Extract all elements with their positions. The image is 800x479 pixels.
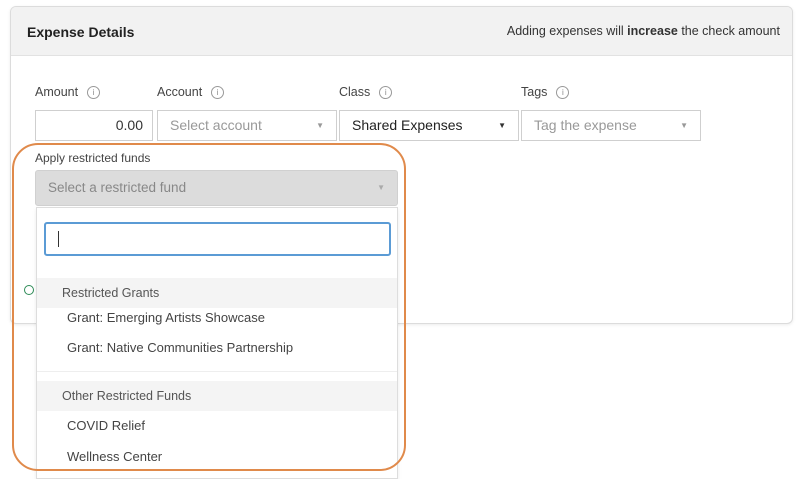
info-icon[interactable]: i: [87, 86, 101, 99]
account-label: Account i: [157, 85, 225, 99]
account-select[interactable]: Select account ▼: [157, 110, 337, 141]
tags-label: Tags i: [521, 85, 570, 99]
caret-down-icon: ▼: [680, 121, 688, 130]
tags-select[interactable]: Tag the expense ▼: [521, 110, 701, 141]
tags-placeholder: Tag the expense: [534, 117, 637, 133]
add-circle-icon[interactable]: [24, 285, 34, 295]
caret-down-icon: ▼: [498, 121, 506, 130]
amount-label: Amount i: [35, 85, 101, 99]
option-wellness-center[interactable]: Wellness Center: [67, 447, 162, 467]
caret-down-icon: ▼: [316, 121, 324, 130]
class-value: Shared Expenses: [352, 117, 463, 133]
option-grant-native-communities[interactable]: Grant: Native Communities Partnership: [67, 338, 293, 358]
class-label: Class i: [339, 85, 393, 99]
restricted-funds-label: Apply restricted funds: [35, 151, 151, 165]
info-icon[interactable]: i: [556, 86, 570, 99]
text-cursor: [58, 231, 59, 247]
panel-title: Expense Details: [27, 24, 135, 40]
note-suffix: the check amount: [677, 24, 780, 38]
panel-note: Adding expenses will increase the check …: [507, 24, 780, 38]
restricted-fund-select[interactable]: Select a restricted fund ▼: [35, 170, 398, 206]
restricted-fund-placeholder: Select a restricted fund: [48, 180, 187, 195]
note-prefix: Adding expenses will: [506, 24, 628, 38]
info-icon[interactable]: i: [211, 86, 225, 99]
group-header-other-restricted: Other Restricted Funds: [37, 381, 397, 411]
info-icon[interactable]: i: [379, 86, 393, 99]
account-placeholder: Select account: [170, 117, 262, 133]
restricted-fund-search-input[interactable]: [44, 222, 391, 256]
option-grant-emerging-artists[interactable]: Grant: Emerging Artists Showcase: [67, 308, 265, 328]
note-emphasis: increase: [627, 24, 678, 38]
restricted-fund-dropdown: Restricted Grants Grant: Emerging Artist…: [36, 207, 398, 479]
group-divider: [37, 371, 397, 372]
amount-input[interactable]: 0.00: [35, 110, 153, 141]
group-header-restricted-grants: Restricted Grants: [37, 278, 397, 308]
class-select[interactable]: Shared Expenses ▼: [339, 110, 519, 141]
panel-header: Expense Details Adding expenses will inc…: [11, 7, 792, 56]
option-covid-relief[interactable]: COVID Relief: [67, 416, 145, 436]
caret-down-icon: ▼: [377, 183, 385, 192]
